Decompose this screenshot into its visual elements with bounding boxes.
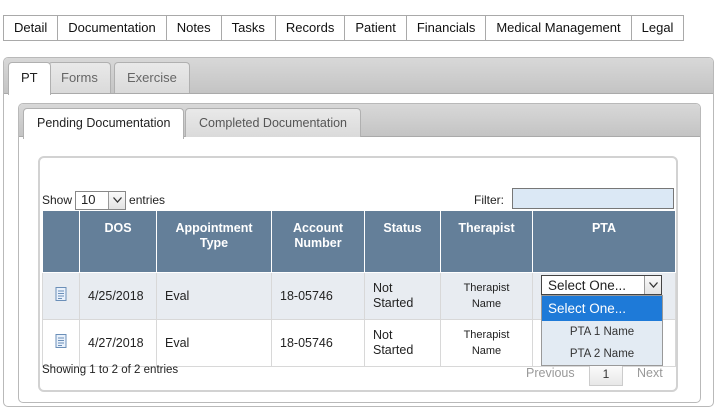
tab-medical-management[interactable]: Medical Management — [486, 16, 632, 40]
tab-pt[interactable]: PT — [8, 62, 51, 95]
chevron-down-icon — [108, 191, 126, 209]
header-status[interactable]: Status — [364, 210, 441, 273]
status-cell: Not Started — [364, 272, 441, 320]
document-icon[interactable] — [55, 334, 67, 348]
header-pta[interactable]: PTA — [532, 210, 676, 273]
tab-pending-documentation[interactable]: Pending Documentation — [23, 108, 185, 139]
tab-records[interactable]: Records — [276, 16, 346, 40]
entries-select[interactable]: 10 — [75, 190, 127, 210]
table-info: Showing 1 to 2 of 2 entries — [42, 364, 179, 376]
previous-button[interactable]: Previous — [526, 364, 575, 382]
tab-financials[interactable]: Financials — [407, 16, 487, 40]
chevron-down-icon — [644, 276, 661, 294]
header-appointment-line1: Appointment — [175, 221, 253, 235]
dos-cell: 4/27/2018 — [79, 319, 157, 367]
table-header-row: DOS Appointment Type Account Number Status… — [42, 210, 676, 273]
entries-label: entries — [129, 193, 166, 207]
status-line2: Started — [373, 296, 414, 310]
header-therapist[interactable]: Therapist — [440, 210, 533, 273]
header-account-line2: Number — [294, 236, 342, 250]
therapist-line2: Name — [471, 298, 502, 310]
row-icon-cell[interactable] — [42, 272, 80, 320]
type-cell: Eval — [156, 272, 272, 320]
pta-dropdown-list: Select One... PTA 1 Name PTA 2 Name — [541, 295, 663, 366]
filter-label: Filter: — [474, 193, 504, 207]
tab-detail[interactable]: Detail — [4, 16, 59, 40]
therapist-cell: Therapist Name — [440, 272, 533, 320]
status-line1: Not — [373, 281, 393, 295]
tab-documentation[interactable]: Documentation — [58, 16, 167, 40]
status-line2: Started — [373, 343, 414, 357]
tab-completed-documentation[interactable]: Completed Documentation — [185, 108, 361, 137]
header-appointment-type[interactable]: Appointment Type — [156, 210, 272, 273]
header-account-line1: Account — [293, 221, 343, 235]
therapist-line1: Therapist — [463, 282, 510, 294]
pta-select-value: Select One... — [548, 277, 627, 293]
pta-select[interactable]: Select One... — [541, 275, 662, 295]
row-icon-cell[interactable] — [42, 319, 80, 367]
account-cell: 18-05746 — [271, 272, 365, 320]
tab-exercise[interactable]: Exercise — [114, 62, 190, 93]
entries-select-value: 10 — [81, 192, 96, 207]
header-icon-col — [42, 210, 80, 273]
show-label: Show — [42, 193, 73, 207]
therapist-line1: Therapist — [463, 329, 510, 341]
status-cell: Not Started — [364, 319, 441, 367]
therapist-line2: Name — [471, 345, 502, 357]
dos-cell: 4/25/2018 — [79, 272, 157, 320]
tab-forms[interactable]: Forms — [48, 62, 111, 93]
tab-tasks[interactable]: Tasks — [222, 16, 276, 40]
top-tab-bar: Detail Documentation Notes Tasks Records… — [3, 15, 685, 41]
account-cell: 18-05746 — [271, 319, 365, 367]
type-cell: Eval — [156, 319, 272, 367]
tab-patient[interactable]: Patient — [345, 16, 407, 40]
header-account-number[interactable]: Account Number — [271, 210, 365, 273]
status-line1: Not — [373, 328, 393, 342]
header-appointment-line2: Type — [199, 236, 229, 250]
next-button[interactable]: Next — [637, 364, 663, 382]
document-icon[interactable] — [55, 287, 67, 301]
therapist-cell: Therapist Name — [440, 319, 533, 367]
filter-input[interactable] — [512, 188, 674, 209]
length-control: Show 10 entries — [42, 190, 165, 210]
tab-notes[interactable]: Notes — [167, 16, 222, 40]
pta-option-1[interactable]: PTA 1 Name — [542, 321, 662, 343]
pta-option-select-one[interactable]: Select One... — [542, 296, 662, 321]
tab-legal[interactable]: Legal — [632, 16, 684, 40]
pta-option-2[interactable]: PTA 2 Name — [542, 343, 662, 365]
header-dos[interactable]: DOS — [79, 210, 157, 273]
